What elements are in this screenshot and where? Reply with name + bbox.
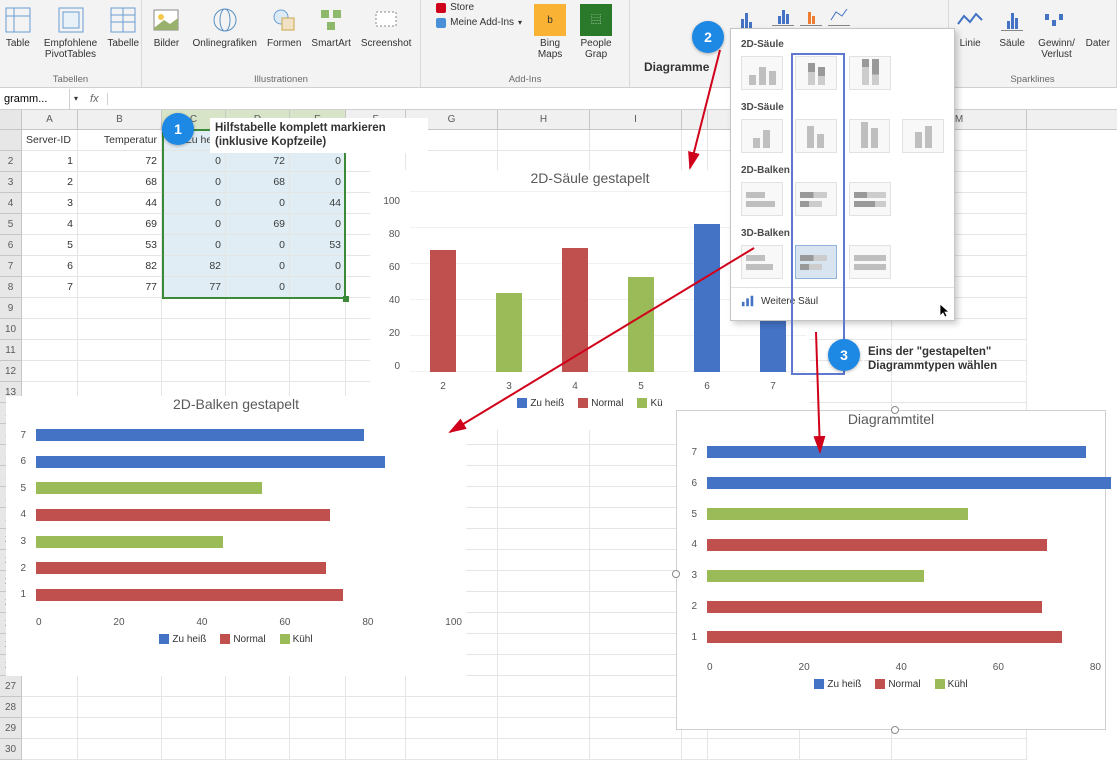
screenshot-button[interactable]: Screenshot — [359, 2, 414, 51]
addins-block: Store Meine Add-Ins▾ — [436, 2, 522, 28]
bing-maps-button[interactable]: bBingMaps — [532, 2, 568, 62]
group-label-sparklines: Sparklines — [1010, 73, 1054, 87]
chart-thumb-clustered-column[interactable] — [741, 56, 783, 90]
my-addins-button[interactable]: Meine Add-Ins▾ — [436, 17, 522, 28]
chart-thumb-3d-bar-3[interactable] — [849, 245, 891, 279]
chart-legend: Zu heiß Normal Kühl — [677, 679, 1105, 690]
chart-type-column[interactable] — [772, 4, 794, 26]
shapes-button[interactable]: Formen — [265, 2, 303, 51]
recommended-pivot-button[interactable]: EmpfohlenePivotTables — [42, 2, 99, 62]
chart-thumb-stacked-bar[interactable] — [795, 182, 837, 216]
pivottable-button[interactable]: Table — [0, 2, 36, 51]
chart-type-line[interactable] — [828, 4, 850, 26]
smartart-button[interactable]: SmartArt — [309, 2, 352, 51]
group-label-illustrations: Illustrationen — [254, 73, 308, 87]
chart-thumb-3d-col-1[interactable] — [741, 119, 783, 153]
chart-2d-balken-gestapelt[interactable]: 2D-Balken gestapelt 1234567 020406080100… — [6, 396, 466, 676]
chart-thumb-3d-bar-stacked[interactable] — [795, 245, 837, 279]
chart-thumb-stacked-column[interactable] — [795, 56, 837, 90]
badge-3: 3 — [828, 339, 860, 371]
chart-panel-section-2d-saeule: 2D-Säule — [731, 35, 954, 52]
chart-title: 2D-Balken gestapelt — [6, 396, 466, 412]
date-button[interactable]: Dater — [1083, 2, 1113, 51]
chart-type-bar[interactable] — [800, 4, 822, 26]
formula-input[interactable] — [108, 89, 1117, 109]
chart-panel-section-3d-balken: 3D-Balken — [731, 224, 954, 241]
chart-thumb-3d-col-3[interactable] — [849, 119, 891, 153]
col-A[interactable]: A — [22, 110, 78, 129]
group-label-addins: Add-Ins — [509, 73, 542, 87]
table-button[interactable]: Tabelle — [105, 2, 141, 51]
chart-title: Diagrammtitel — [677, 411, 1105, 427]
chart-thumb-stacked100-column[interactable] — [849, 56, 891, 90]
chart-thumb-3d-col-2[interactable] — [795, 119, 837, 153]
chart-thumb-clustered-bar[interactable] — [741, 182, 783, 216]
badge-2: 2 — [692, 21, 724, 53]
chart-panel-section-2d-balken: 2D-Balken — [731, 161, 954, 178]
sparkline-winloss-button[interactable]: Gewinn/Verlust — [1036, 2, 1077, 62]
people-graph-button[interactable]: ⿳PeopleGrap — [578, 2, 614, 62]
chart-thumb-3d-col-4[interactable] — [902, 119, 944, 153]
callout-1-text: Hilfstabelle komplett markieren(inklusiv… — [210, 118, 428, 153]
chart-thumb-stacked100-bar[interactable] — [849, 182, 891, 216]
chart-type-dropdown: 2D-Säule 3D-Säule 2D-Balken 3D-Balken We… — [730, 28, 955, 321]
more-chart-types[interactable]: Weitere Säul — [731, 287, 954, 314]
cursor-icon — [940, 304, 952, 318]
diagramme-label: Diagramme — [644, 60, 709, 74]
chart-diagrammtitel[interactable]: Diagrammtitel 1234567 020406080 Zu heiß … — [676, 410, 1106, 730]
chart-legend: Zu heiß Normal Kühl — [6, 634, 466, 645]
online-graphics-button[interactable]: Onlinegrafiken — [190, 2, 258, 51]
store-button[interactable]: Store — [436, 2, 522, 13]
name-box[interactable] — [0, 89, 70, 109]
chart-panel-section-3d-saeule: 3D-Säule — [731, 98, 954, 115]
fx-icon[interactable]: fx — [82, 93, 108, 105]
col-J[interactable] — [682, 110, 708, 129]
col-I[interactable]: I — [590, 110, 682, 129]
callout-3-text: Eins der "gestapelten"Diagrammtypen wähl… — [863, 342, 1053, 377]
chart-thumb-3d-bar-1[interactable] — [741, 245, 783, 279]
pictures-button[interactable]: Bilder — [148, 2, 184, 51]
badge-1: 1 — [162, 113, 194, 145]
sparkline-line-button[interactable]: Linie — [952, 2, 988, 51]
col-B[interactable]: B — [78, 110, 162, 129]
sparkline-column-button[interactable]: Säule — [994, 2, 1030, 51]
group-label-tabellen: Tabellen — [53, 73, 88, 87]
col-H[interactable]: H — [498, 110, 590, 129]
